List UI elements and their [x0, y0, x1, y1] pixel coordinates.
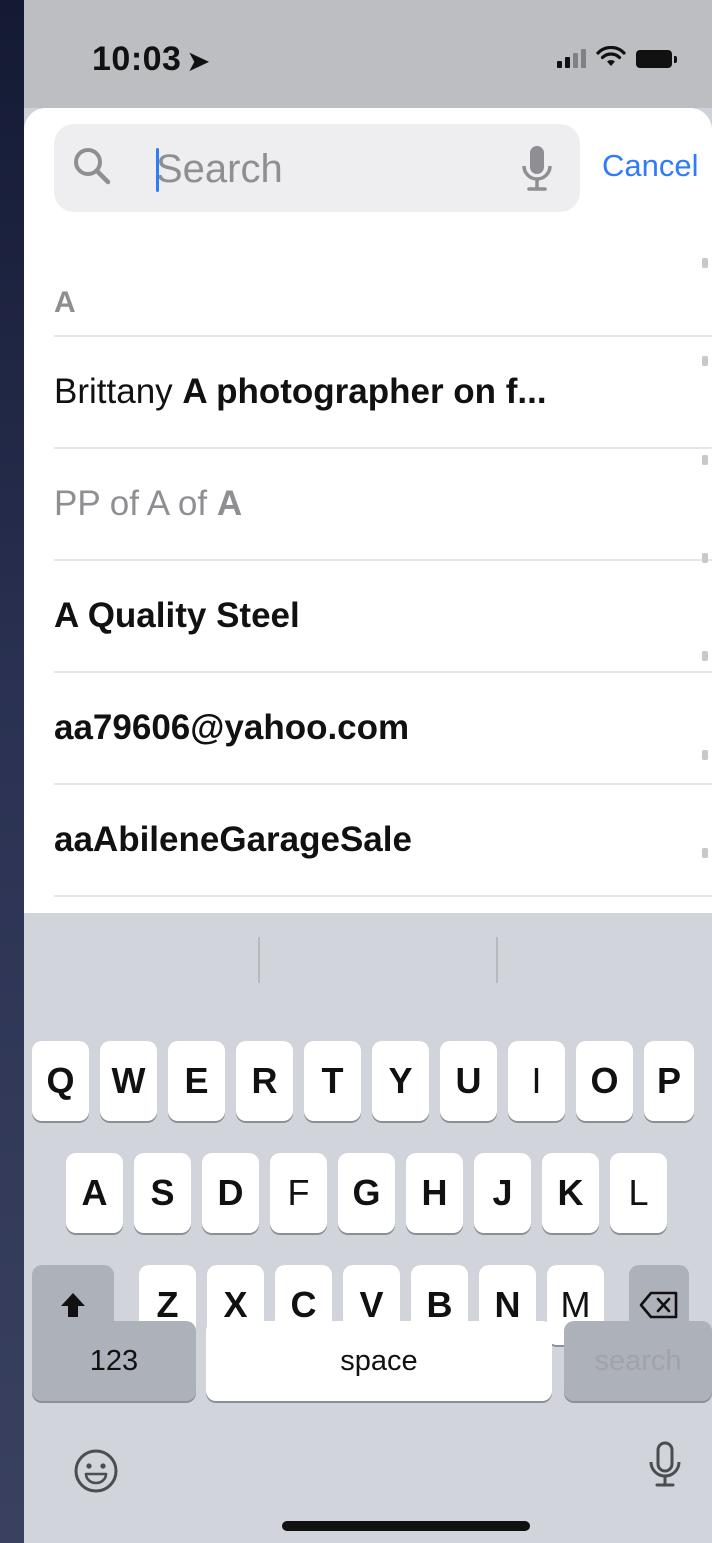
key-d[interactable]: D [202, 1153, 259, 1233]
predictive-bar [24, 913, 712, 1009]
location-arrow-icon: ➤ [187, 46, 210, 76]
key-g[interactable]: G [338, 1153, 395, 1233]
cellular-signal-icon [557, 46, 586, 68]
text-cursor [156, 148, 159, 192]
item-name: Brittany [54, 372, 183, 411]
key-h[interactable]: H [406, 1153, 463, 1233]
key-e[interactable]: E [168, 1041, 225, 1121]
microphone-icon[interactable] [638, 1437, 694, 1493]
key-w[interactable]: W [100, 1041, 157, 1121]
list-item[interactable]: Brittany A photographer on f... [54, 335, 712, 447]
key-q[interactable]: Q [32, 1041, 89, 1121]
backspace-icon [639, 1291, 678, 1319]
keyboard: Q W E R T Y U I O P A S D F G H J K L Z … [24, 913, 712, 1543]
home-indicator[interactable] [282, 1521, 530, 1531]
status-bar: 10:03 ➤ [24, 0, 712, 108]
keyboard-row-1: Q W E R T Y U I O P [32, 1041, 694, 1121]
key-t[interactable]: T [304, 1041, 361, 1121]
predictive-divider [258, 937, 260, 983]
search-results-sheet: Cancel A Brittany A photographer on f...… [24, 108, 712, 913]
item-match: A [216, 484, 243, 523]
list-item[interactable]: A Quality Steel [54, 559, 712, 671]
key-l[interactable]: L [610, 1153, 667, 1233]
list-item[interactable]: aaAbileneGarageSale [54, 783, 712, 897]
item-name: PP of A of [54, 484, 217, 523]
status-time: 10:03 ➤ [92, 40, 210, 79]
wifi-icon [596, 46, 626, 66]
list-item[interactable]: aa79606@yahoo.com [54, 671, 712, 783]
emoji-icon[interactable] [68, 1443, 124, 1499]
key-s[interactable]: S [134, 1153, 191, 1233]
results-list: Brittany A photographer on f... PP of A … [24, 335, 712, 897]
predictive-divider [496, 937, 498, 983]
status-time-text: 10:03 [92, 40, 182, 78]
list-item[interactable]: PP of A of A [54, 447, 712, 559]
status-icons [557, 46, 677, 68]
magnifying-glass-icon [74, 148, 111, 185]
key-a[interactable]: A [66, 1153, 123, 1233]
key-j[interactable]: J [474, 1153, 531, 1233]
key-u[interactable]: U [440, 1041, 497, 1121]
battery-icon [636, 50, 677, 68]
section-header: A [54, 286, 76, 319]
item-match: A photographer on f... [182, 372, 547, 411]
key-f[interactable]: F [270, 1153, 327, 1233]
cancel-button[interactable]: Cancel [602, 148, 699, 184]
key-r[interactable]: R [236, 1041, 293, 1121]
item-match: aaAbileneGarageSale [54, 820, 412, 859]
search-input[interactable] [154, 138, 508, 200]
key-p[interactable]: P [644, 1041, 694, 1121]
key-o[interactable]: O [576, 1041, 633, 1121]
item-match: aa79606@yahoo.com [54, 708, 410, 747]
keyboard-row-2: A S D F G H J K L [66, 1153, 667, 1233]
search-key[interactable]: search [564, 1321, 712, 1401]
section-index-strip[interactable] [702, 258, 708, 858]
phone-screen: 10:03 ➤ Search Cancel A Brittany A photo… [24, 0, 712, 1543]
key-k[interactable]: K [542, 1153, 599, 1233]
space-key[interactable]: space [206, 1321, 552, 1401]
item-match: A Quality Steel [54, 596, 300, 635]
shift-arrow-icon [61, 1293, 85, 1317]
key-y[interactable]: Y [372, 1041, 429, 1121]
search-field[interactable] [54, 124, 580, 212]
numbers-key[interactable]: 123 [32, 1321, 196, 1401]
microphone-icon[interactable] [520, 144, 554, 194]
key-i[interactable]: I [508, 1041, 565, 1121]
